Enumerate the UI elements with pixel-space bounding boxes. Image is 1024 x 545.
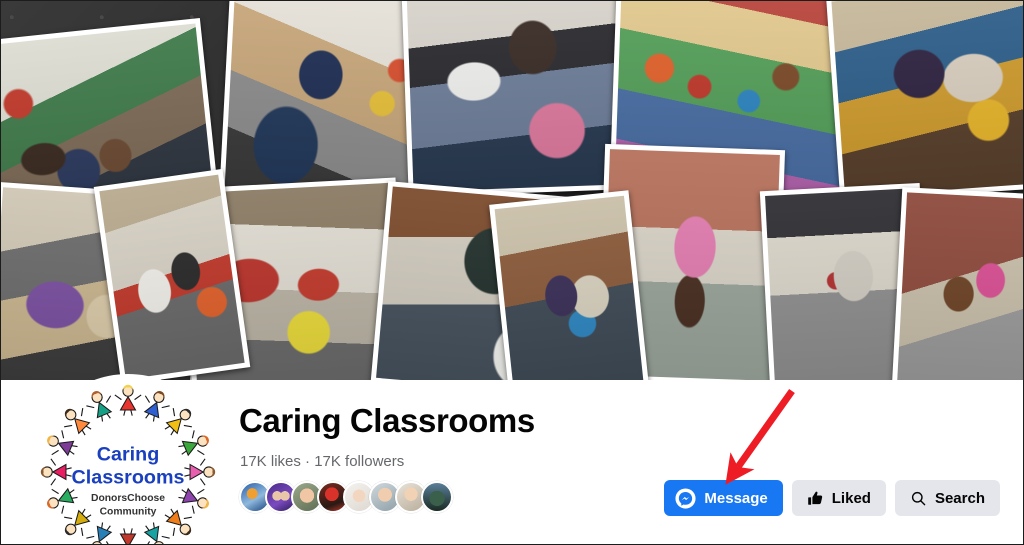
- friend-avatars-row[interactable]: [239, 481, 453, 515]
- logo-line-2: Classrooms: [72, 466, 185, 488]
- search-icon: [911, 491, 926, 505]
- search-button[interactable]: Search: [894, 480, 1000, 516]
- cover-photo[interactable]: [1, 1, 1023, 380]
- search-button-label: Search: [934, 489, 985, 507]
- photo-image: [99, 174, 245, 380]
- thumbs-up-icon: [807, 491, 822, 505]
- caring-classrooms-logo-icon: Caring Classrooms DonorsChoose Community: [34, 378, 222, 544]
- liked-button[interactable]: Liked: [791, 480, 886, 516]
- message-button-label: Message: [704, 489, 768, 507]
- logo-line-1: Caring: [97, 444, 160, 466]
- logo-line-4: Community: [100, 506, 157, 517]
- cover-photo-paint-activity-table: [489, 190, 649, 380]
- page-stats: 17K likes · 17K followers: [240, 453, 405, 470]
- photo-image: [831, 1, 1023, 197]
- photo-image: [897, 192, 1023, 380]
- cover-photo-library-book-sharing: [826, 1, 1023, 203]
- profile-header-bar: Caring Classrooms DonorsChoose Community…: [1, 378, 1023, 544]
- friend-avatar-8[interactable]: [421, 481, 453, 513]
- message-button[interactable]: Message: [664, 480, 783, 516]
- facebook-page-screenshot: Caring Classrooms DonorsChoose Community…: [0, 0, 1024, 545]
- messenger-icon: [675, 487, 696, 509]
- logo-line-3: DonorsChoose: [91, 493, 165, 504]
- page-action-buttons: Message Liked Search: [664, 480, 1000, 516]
- cover-photo-classroom-desks-overview: [93, 168, 251, 380]
- liked-button-label: Liked: [831, 489, 871, 507]
- photo-image: [406, 1, 628, 192]
- page-title: Caring Classrooms: [239, 402, 535, 439]
- cover-photo-teacher-and-student-reading: [401, 1, 633, 197]
- photo-image: [224, 1, 432, 199]
- cover-photo-students-on-floor-reading: [891, 187, 1023, 380]
- photo-image: [494, 195, 644, 380]
- profile-picture[interactable]: Caring Classrooms DonorsChoose Community: [34, 378, 222, 544]
